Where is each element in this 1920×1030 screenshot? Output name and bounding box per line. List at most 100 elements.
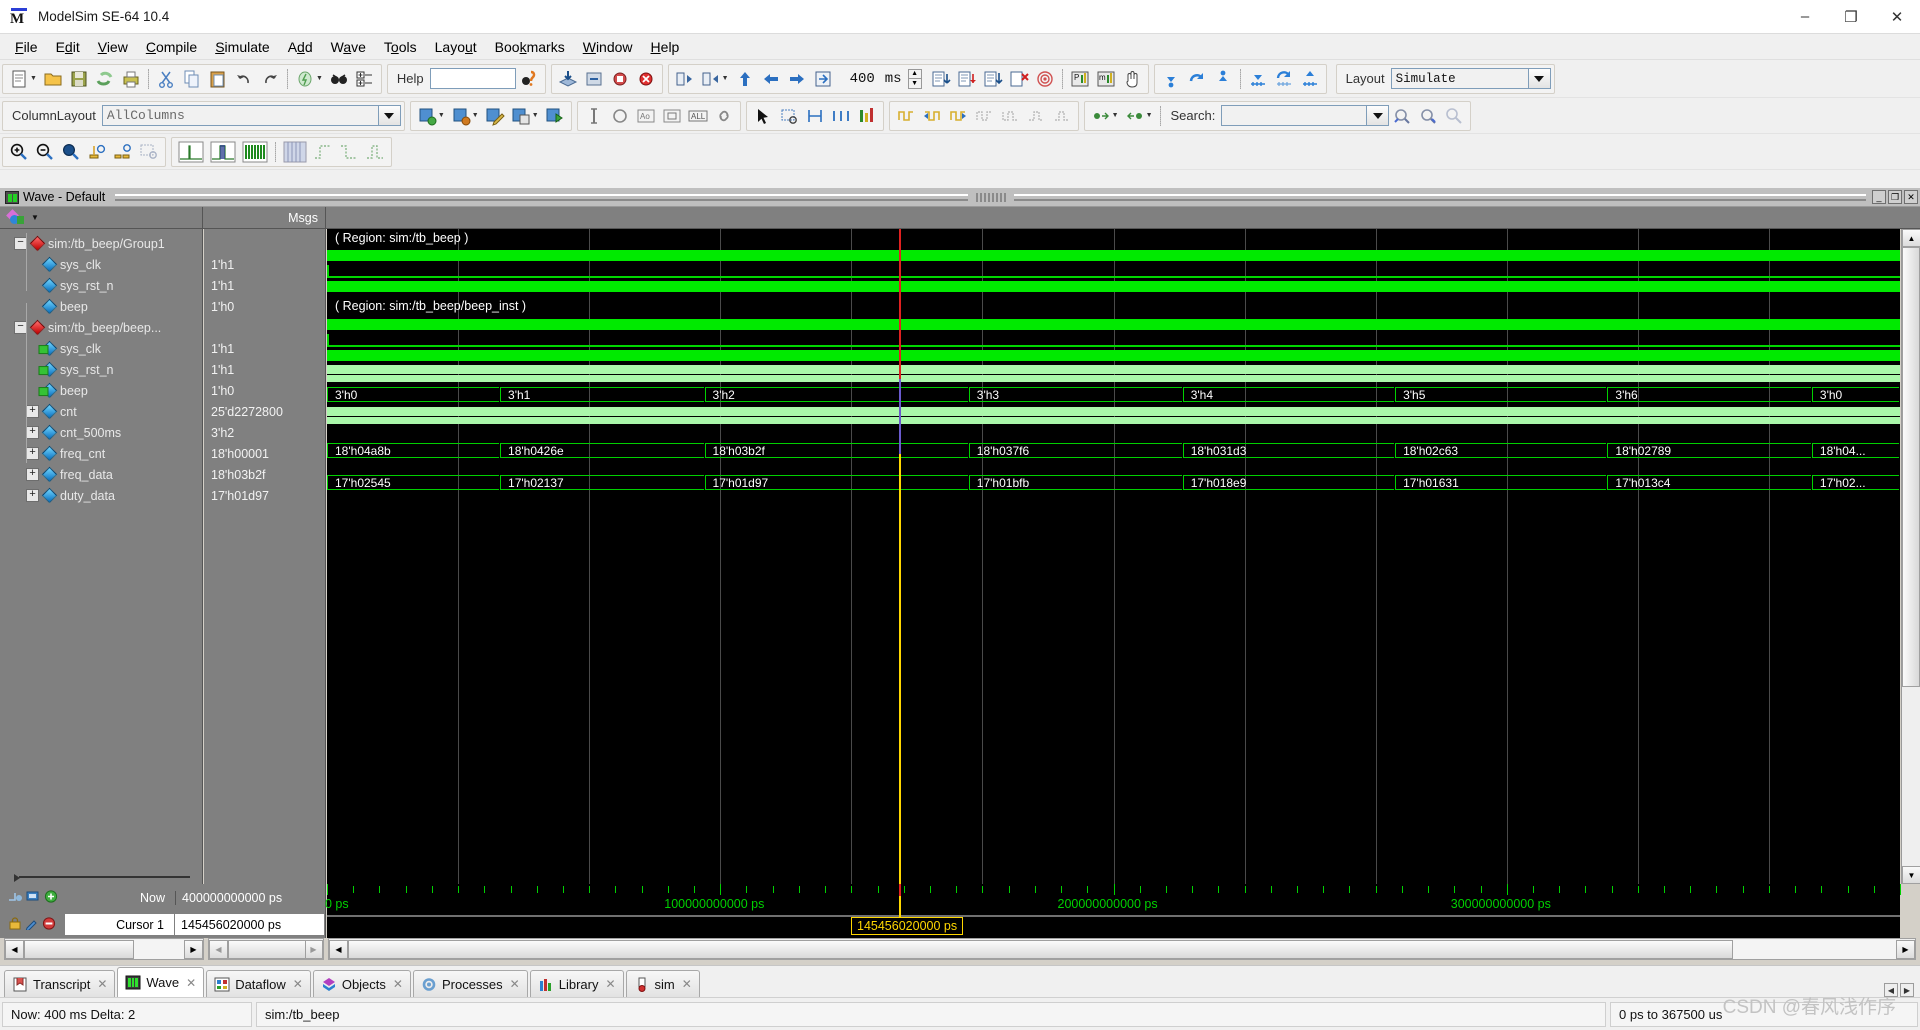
- signal-row[interactable]: beep: [0, 380, 202, 401]
- edge-find-icon[interactable]: [893, 103, 919, 129]
- link-signals-icon[interactable]: [711, 103, 737, 129]
- signal-properties-icon[interactable]: [6, 208, 26, 226]
- compare-icon[interactable]: [828, 103, 854, 129]
- cut-icon[interactable]: [153, 66, 179, 92]
- wave-bookmark-down-icon[interactable]: [1245, 66, 1271, 92]
- profile-m-icon[interactable]: m: [1093, 66, 1119, 92]
- simulate-stepback-icon[interactable]: [672, 66, 698, 92]
- menu-tools[interactable]: Tools: [375, 36, 426, 58]
- stop-icon[interactable]: [633, 66, 659, 92]
- restart-sim-icon[interactable]: [810, 66, 836, 92]
- radix-ascii-icon[interactable]: Ao: [633, 103, 659, 129]
- hand-tool-icon[interactable]: [1119, 66, 1145, 92]
- tab-close-icon[interactable]: ✕: [605, 977, 615, 991]
- bookmark-down-icon[interactable]: [1158, 66, 1184, 92]
- signal-row[interactable]: sys_rst_n: [0, 359, 202, 380]
- tab-scroll-right-icon[interactable]: ▶: [1900, 983, 1914, 997]
- bookmark-up-icon[interactable]: [1210, 66, 1236, 92]
- wave-bars-icon[interactable]: [854, 103, 880, 129]
- tab-processes[interactable]: Processes ✕: [412, 970, 528, 997]
- tab-close-icon[interactable]: ✕: [97, 977, 107, 991]
- tab-close-icon[interactable]: ✕: [393, 977, 403, 991]
- add-marker-icon[interactable]: [44, 889, 58, 906]
- tab-scroll-left-icon[interactable]: ◀: [1884, 983, 1898, 997]
- signal-group-row[interactable]: − sim:/tb_beep/Group1: [0, 233, 202, 254]
- menu-window[interactable]: Window: [574, 36, 642, 58]
- signal-row[interactable]: + duty_data: [0, 485, 202, 506]
- bookmark-cycle-icon[interactable]: [1184, 66, 1210, 92]
- signal-name-tree[interactable]: − sim:/tb_beep/Group1 sys_clk sys_rst_n beep…: [0, 229, 203, 884]
- open-dataset-icon[interactable]: [414, 103, 440, 129]
- tab-close-icon[interactable]: ✕: [293, 977, 303, 991]
- menu-bookmarks[interactable]: Bookmarks: [486, 36, 574, 58]
- tab-transcript[interactable]: Transcript ✕: [4, 970, 116, 997]
- search-dropdown-icon[interactable]: [1367, 105, 1390, 126]
- paste-icon[interactable]: [205, 66, 231, 92]
- edit-cursor-icon[interactable]: [25, 917, 39, 933]
- search-input[interactable]: [1221, 105, 1368, 126]
- wave-bookmark-cycle-icon[interactable]: [1271, 66, 1297, 92]
- menu-view[interactable]: View: [89, 36, 137, 58]
- signal-row[interactable]: + freq_cnt: [0, 443, 202, 464]
- time-axis[interactable]: 0 ps 100000000000 ps 200000000000 ps 300000…: [325, 884, 1901, 938]
- zoom-select-icon[interactable]: [776, 103, 802, 129]
- break-run-icon[interactable]: [1006, 66, 1032, 92]
- edge-marker2-icon[interactable]: [997, 103, 1023, 129]
- wave-edge-fall-icon[interactable]: [336, 139, 362, 165]
- recompile-icon[interactable]: [92, 66, 118, 92]
- wave-digital-icon[interactable]: [207, 139, 239, 165]
- columnlayout-dropdown-icon[interactable]: [378, 105, 401, 126]
- menu-file[interactable]: File: [6, 36, 47, 58]
- profile-p-icon[interactable]: P: [1067, 66, 1093, 92]
- search-clear-icon[interactable]: [1441, 103, 1467, 129]
- save-dataset-icon[interactable]: [508, 103, 534, 129]
- signal-row[interactable]: sys_clk: [0, 254, 202, 275]
- minimize-button[interactable]: –: [1782, 0, 1828, 34]
- waveform-canvas[interactable]: ( Region: sim:/tb_beep ) ( Region: sim:/t…: [327, 229, 1900, 884]
- tab-sim[interactable]: sim ✕: [625, 970, 700, 997]
- tab-close-icon[interactable]: ✕: [186, 976, 196, 990]
- tree-expander-expand-icon[interactable]: +: [26, 426, 39, 439]
- wave-edge-rise-icon[interactable]: [310, 139, 336, 165]
- signal-group-row[interactable]: − sim:/tb_beep/beep...: [0, 317, 202, 338]
- close-button[interactable]: ✕: [1874, 0, 1920, 34]
- menu-wave[interactable]: Wave: [322, 36, 375, 58]
- columnlayout-input[interactable]: [101, 105, 379, 126]
- names-scroll-left-icon[interactable]: ◀: [5, 939, 24, 959]
- wave-window-grip[interactable]: [975, 192, 1006, 202]
- menu-add[interactable]: Add: [279, 36, 322, 58]
- radix-all-icon[interactable]: ALL: [685, 103, 711, 129]
- add-cursor-icon[interactable]: [8, 890, 23, 906]
- edge-marker4-icon[interactable]: [1049, 103, 1075, 129]
- restart-icon[interactable]: [581, 66, 607, 92]
- menu-layout[interactable]: Layout: [426, 36, 486, 58]
- wave-vertical-scrollbar[interactable]: ▲ ▼: [1901, 229, 1920, 884]
- signal-row[interactable]: sys_clk: [0, 338, 202, 359]
- menu-help[interactable]: Help: [642, 36, 689, 58]
- tab-wave[interactable]: Wave ✕: [117, 967, 205, 997]
- load-design-icon[interactable]: [555, 66, 581, 92]
- wave-scroll-down-icon[interactable]: ▼: [1902, 866, 1920, 884]
- names-hscrollbar[interactable]: ◀ ▶: [4, 938, 204, 960]
- edge-prev-icon[interactable]: [919, 103, 945, 129]
- pointer-tool-icon[interactable]: [750, 103, 776, 129]
- cursor-1-label[interactable]: Cursor 1: [64, 913, 175, 936]
- run-length-value[interactable]: 400: [836, 71, 881, 87]
- names-scroll-right-icon[interactable]: ▶: [184, 939, 203, 959]
- wave-hscrollbar[interactable]: ◀ ▶: [328, 938, 1916, 960]
- wave-restore-button[interactable]: ❐: [1888, 190, 1903, 204]
- tab-library[interactable]: Library ✕: [529, 970, 624, 997]
- signal-row[interactable]: + cnt: [0, 401, 202, 422]
- reload-dataset-icon[interactable]: [542, 103, 568, 129]
- circle-cursor-icon[interactable]: [607, 103, 633, 129]
- expand-all-icon[interactable]: [352, 66, 378, 92]
- menu-simulate[interactable]: Simulate: [206, 36, 278, 58]
- run-all-icon[interactable]: [980, 66, 1006, 92]
- step-left-icon[interactable]: [758, 66, 784, 92]
- open-icon[interactable]: [40, 66, 66, 92]
- tab-close-icon[interactable]: ✕: [510, 977, 520, 991]
- zoom-full-icon[interactable]: [58, 139, 84, 165]
- copy-icon[interactable]: [179, 66, 205, 92]
- wave-scroll-thumb[interactable]: [1902, 247, 1920, 687]
- delete-cursor-icon[interactable]: [42, 916, 56, 933]
